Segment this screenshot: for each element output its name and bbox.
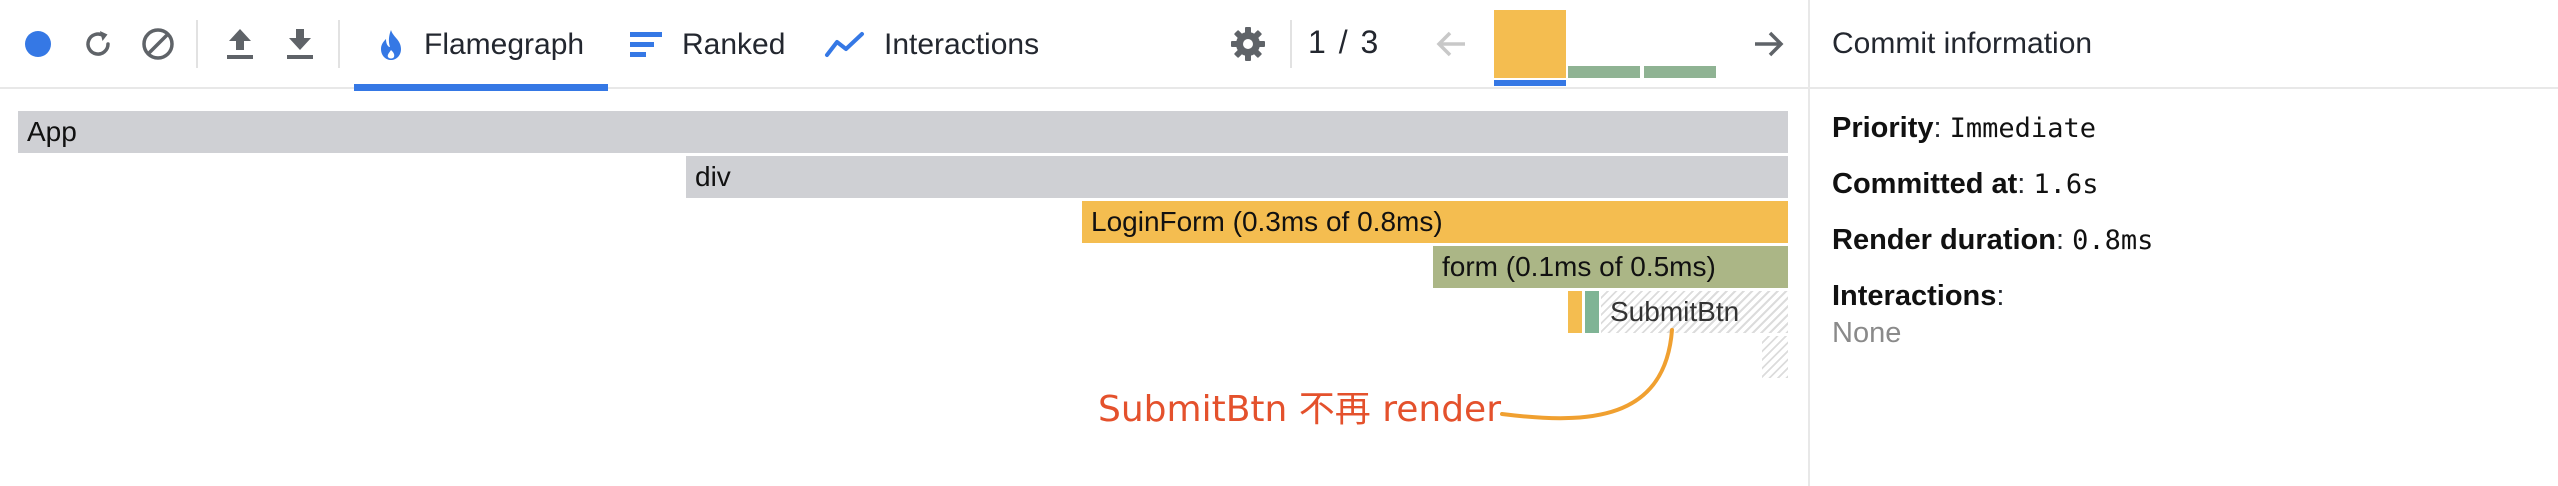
commit-bar-3[interactable] bbox=[1644, 66, 1716, 78]
priority-label: Priority bbox=[1832, 112, 1934, 144]
commit-counter: 1 / 3 bbox=[1308, 24, 1381, 60]
tab-interactions-label: Interactions bbox=[884, 27, 1040, 61]
record-dot-icon bbox=[25, 31, 51, 57]
flamegraph-node-unlabeled[interactable] bbox=[1762, 336, 1788, 378]
committed-at-row: Committed at: 1.6s bbox=[1832, 168, 2098, 201]
tab-ranked-label: Ranked bbox=[682, 27, 786, 61]
ranked-bars-icon bbox=[630, 31, 662, 57]
commit-bar-1[interactable] bbox=[1494, 10, 1566, 78]
render-duration-row: Render duration: 0.8ms bbox=[1832, 224, 2153, 257]
render-duration-label: Render duration bbox=[1832, 224, 2056, 256]
clear-profile-icon bbox=[142, 28, 174, 60]
render-duration-value: 0.8ms bbox=[2072, 225, 2154, 256]
gear-icon bbox=[1231, 27, 1265, 61]
separator-colon: : bbox=[2017, 168, 2034, 200]
commit-information-panel: Commit information Priority: Immediate C… bbox=[1808, 0, 2558, 486]
tab-ranked[interactable]: Ranked bbox=[614, 0, 794, 89]
save-profile-icon bbox=[287, 29, 313, 59]
arrow-left-icon bbox=[1436, 31, 1465, 57]
profiler-main-pane: Flamegraph Ranked Interactions 1 / 3 App… bbox=[0, 0, 1808, 486]
interactions-value: None bbox=[1832, 317, 1902, 349]
load-profile-icon bbox=[227, 29, 253, 59]
save-profile-button[interactable] bbox=[278, 22, 322, 66]
separator-colon: : bbox=[2055, 224, 2073, 256]
flamegraph-chart: App div LoginForm (0.3ms of 0.8ms) form … bbox=[0, 91, 1808, 486]
next-commit-button[interactable] bbox=[1746, 22, 1790, 66]
reload-and-profile-icon bbox=[86, 31, 110, 56]
flamegraph-node-unlabeled[interactable] bbox=[1568, 291, 1582, 333]
priority-row: Priority: Immediate bbox=[1832, 112, 2096, 145]
annotation-label: SubmitBtn 不再 render bbox=[1098, 389, 1501, 430]
tab-interactions[interactable]: Interactions bbox=[810, 0, 1070, 89]
priority-value: Immediate bbox=[1949, 113, 2096, 144]
clear-profile-button[interactable] bbox=[136, 22, 180, 66]
tab-flamegraph[interactable]: Flamegraph bbox=[354, 0, 608, 91]
interactions-row: Interactions: bbox=[1832, 280, 2004, 313]
interactions-chart-icon bbox=[825, 31, 864, 57]
load-profile-button[interactable] bbox=[218, 22, 262, 66]
profiler-app: Flamegraph Ranked Interactions 1 / 3 App… bbox=[0, 0, 2558, 486]
commit-bar-2[interactable] bbox=[1568, 66, 1640, 78]
settings-button[interactable] bbox=[1226, 22, 1270, 66]
toolbar-divider bbox=[338, 20, 340, 68]
record-button[interactable] bbox=[16, 22, 60, 66]
flamegraph-node-loginform[interactable]: LoginForm (0.3ms of 0.8ms) bbox=[1082, 201, 1788, 243]
arrow-right-icon bbox=[1755, 31, 1784, 57]
toolbar-divider bbox=[196, 20, 198, 68]
flamegraph-node-form[interactable]: form (0.1ms of 0.5ms) bbox=[1433, 246, 1788, 288]
selected-tab-indicator bbox=[354, 84, 608, 91]
profiler-toolbar: Flamegraph Ranked Interactions 1 / 3 bbox=[0, 0, 1808, 91]
flame-icon bbox=[381, 29, 401, 60]
separator-colon: : bbox=[1996, 280, 2005, 312]
flamegraph-node-unlabeled[interactable] bbox=[1585, 291, 1599, 333]
flamegraph-node-submitbtn[interactable]: SubmitBtn bbox=[1601, 291, 1788, 333]
interactions-label: Interactions bbox=[1832, 280, 1997, 312]
tab-flamegraph-label: Flamegraph bbox=[424, 27, 585, 61]
separator-colon: : bbox=[1933, 112, 1950, 144]
committed-at-label: Committed at bbox=[1832, 168, 2018, 200]
reload-and-profile-button[interactable] bbox=[76, 22, 120, 66]
flamegraph-node-app[interactable]: App bbox=[18, 111, 1788, 153]
toolbar-divider bbox=[1290, 20, 1292, 68]
flamegraph-node-div[interactable]: div bbox=[686, 156, 1788, 198]
commit-bar-selected-indicator bbox=[1494, 80, 1566, 86]
committed-at-value: 1.6s bbox=[2033, 169, 2099, 200]
previous-commit-button[interactable] bbox=[1430, 22, 1474, 66]
commit-information-title: Commit information bbox=[1810, 0, 2558, 89]
